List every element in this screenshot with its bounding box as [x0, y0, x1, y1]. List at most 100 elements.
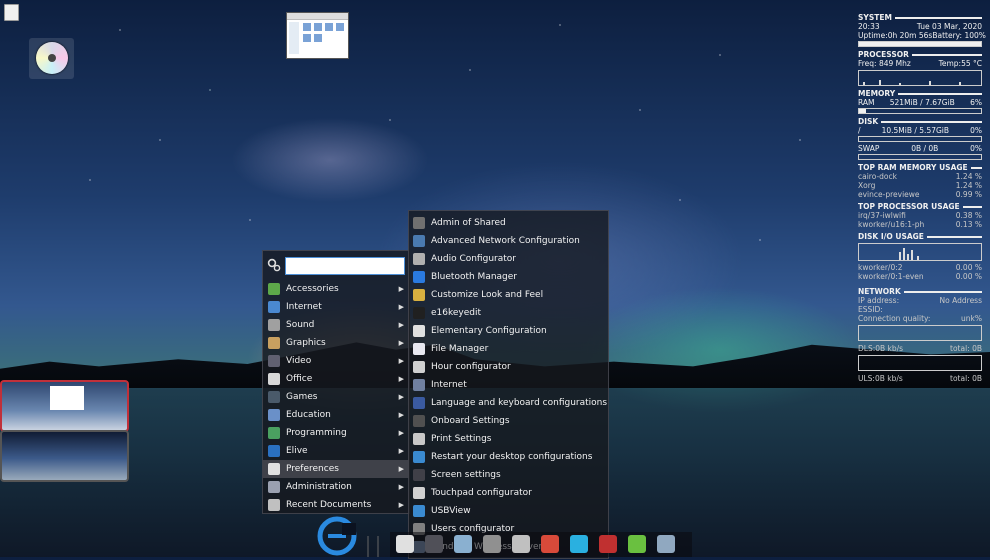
video-icon [268, 355, 280, 367]
sound-icon [268, 319, 280, 331]
upload-rate: ULS:0B kb/s [858, 374, 903, 383]
files-icon[interactable] [454, 535, 472, 553]
printer-icon [413, 433, 425, 445]
battery-bar [858, 41, 982, 47]
memory-heading: MEMORY [858, 89, 982, 98]
preferences-item[interactable]: Restart your desktop configurations [409, 448, 608, 466]
download-icon[interactable] [628, 535, 646, 553]
look-feel-icon [413, 289, 425, 301]
submenu-arrow-icon: ▶ [398, 501, 404, 509]
menu-category-internet[interactable]: Internet ▶ [263, 298, 409, 316]
home-icon[interactable] [396, 535, 414, 553]
menu-category-sound[interactable]: Sound ▶ [263, 316, 409, 334]
recycle-icon[interactable] [483, 535, 501, 553]
menu-category-administration[interactable]: Administration ▶ [263, 478, 409, 496]
menu-category-preferences[interactable]: Preferences ▶ [263, 460, 409, 478]
preferences-item[interactable]: Screen settings [409, 466, 608, 484]
settings-gears-icon[interactable] [267, 258, 281, 272]
preferences-item[interactable]: e16keyedit [409, 304, 608, 322]
preferences-item-label: Hour configurator [431, 362, 511, 372]
desktop-pager-2[interactable] [0, 430, 129, 482]
disk-bar [858, 136, 982, 142]
menu-category-games[interactable]: Games ▶ [263, 388, 409, 406]
menu-category-programming[interactable]: Programming ▶ [263, 424, 409, 442]
clock-date: Tue 03 Mar, 2020 [916, 22, 982, 31]
preferences-item[interactable]: Internet [409, 376, 608, 394]
terminal-icon[interactable] [425, 535, 443, 553]
preferences-item[interactable]: Bluetooth Manager [409, 268, 608, 286]
submenu-arrow-icon: ▶ [398, 303, 404, 311]
file-manager-window-thumbnail[interactable] [286, 12, 349, 59]
preferences-item[interactable]: Elementary Configuration [409, 322, 608, 340]
desktop-pager-1[interactable] [0, 380, 129, 432]
preferences-item[interactable]: Touchpad configurator [409, 484, 608, 502]
menu-category-office[interactable]: Office ▶ [263, 370, 409, 388]
elive-icon [268, 445, 280, 457]
swap-label: SWAP [858, 144, 880, 153]
preferences-icon [268, 463, 280, 475]
preferences-item-label: File Manager [431, 344, 489, 354]
cdrom-icon[interactable] [29, 38, 74, 79]
preferences-item[interactable]: Customize Look and Feel [409, 286, 608, 304]
preferences-item[interactable]: Admin of Shared [409, 214, 608, 232]
menu-category-graphics[interactable]: Graphics ▶ [263, 334, 409, 352]
menu-category-elive[interactable]: Elive ▶ [263, 442, 409, 460]
preferences-item[interactable]: Hour configurator [409, 358, 608, 376]
submenu-arrow-icon: ▶ [398, 357, 404, 365]
submenu-arrow-icon: ▶ [398, 339, 404, 347]
menu-category-label: Elive [286, 446, 308, 456]
touchpad-icon [413, 487, 425, 499]
preferences-item-label: Language and keyboard configurations [431, 398, 608, 408]
elive-launcher-icon[interactable] [316, 515, 358, 557]
internet-globe-icon [268, 301, 280, 313]
wifi-icon[interactable] [570, 535, 588, 553]
menu-category-accessories[interactable]: Accessories ▶ [263, 280, 409, 298]
exit-icon[interactable] [599, 535, 617, 553]
processor-heading: PROCESSOR [858, 50, 982, 59]
quality-value: unk% [961, 314, 982, 323]
preferences-item[interactable]: Print Settings [409, 430, 608, 448]
preferences-item-label: Internet [431, 380, 467, 390]
menu-category-education[interactable]: Education ▶ [263, 406, 409, 424]
top-cpu-proc: kworker/u16:1-ph [858, 220, 925, 229]
accessories-icon [268, 283, 280, 295]
menu-category-video[interactable]: Video ▶ [263, 352, 409, 370]
menu-category-label: Recent Documents [286, 500, 372, 510]
preferences-item[interactable]: Onboard Settings [409, 412, 608, 430]
preferences-item-label: Touchpad configurator [431, 488, 532, 498]
preferences-item-label: Print Settings [431, 434, 492, 444]
language-icon [413, 397, 425, 409]
preferences-item[interactable]: File Manager [409, 340, 608, 358]
preferences-item-label: Onboard Settings [431, 416, 510, 426]
preferences-item-label: Screen settings [431, 470, 501, 480]
administration-icon [268, 481, 280, 493]
preferences-item[interactable]: Audio Configurator [409, 250, 608, 268]
desktop-file-icon[interactable] [4, 4, 19, 21]
restart-icon [413, 451, 425, 463]
preferences-item-label: Audio Configurator [431, 254, 516, 264]
screen-icon [413, 469, 425, 481]
network-heading: NETWORK [858, 287, 982, 296]
cpu-temp: Temp:55 °C [938, 59, 982, 68]
lifebuoy-icon[interactable] [541, 535, 559, 553]
internet-icon [413, 379, 425, 391]
preferences-item-label: Customize Look and Feel [431, 290, 544, 300]
essid-label: ESSID: [858, 305, 883, 314]
preferences-item[interactable]: Language and keyboard configurations [409, 394, 608, 412]
uptime: Uptime:0h 20m 56s [858, 31, 933, 40]
menu-search-input[interactable] [285, 257, 405, 275]
trash-icon[interactable] [657, 535, 675, 553]
preferences-item[interactable]: USBView [409, 502, 608, 520]
window-titlebar [287, 13, 348, 20]
recent-documents-icon [268, 499, 280, 511]
preferences-item[interactable]: Advanced Network Configuration [409, 232, 608, 250]
top-cpu-proc: irq/37-iwlwifi [858, 211, 906, 220]
elementary-config-icon [413, 325, 425, 337]
submenu-arrow-icon: ▶ [398, 375, 404, 383]
menu-category-recent-documents[interactable]: Recent Documents ▶ [263, 496, 409, 514]
download-rate: DLS:0B kb/s [858, 344, 904, 353]
dock-bar [390, 532, 692, 557]
disk-value: 10.5MiB / 5.57GiB [881, 126, 950, 135]
battery-icon[interactable] [512, 535, 530, 553]
top-ram-proc: evince-previewe [858, 190, 920, 199]
